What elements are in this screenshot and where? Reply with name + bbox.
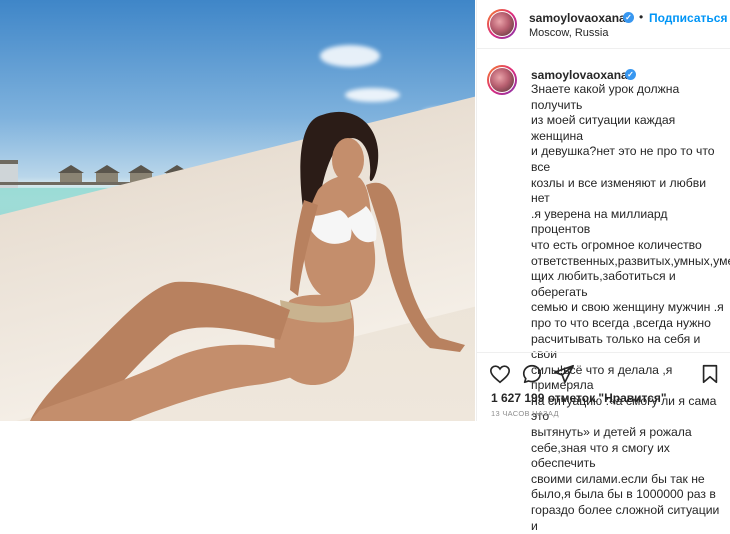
separator-dot: • [639,10,644,24]
post-side-panel: samoylovaoxana ✓ • Подписаться Moscow, R… [476,0,730,533]
follow-button[interactable]: Подписаться [649,11,727,25]
post-actions: 1 627 199 отметок "Нравится" 13 ЧАСОВ НА… [477,352,730,423]
comment-icon[interactable] [521,363,543,385]
post-caption: Знаете какой урок должна получить из мое… [531,82,730,533]
instagram-post: samoylovaoxana ✓ • Подписаться Moscow, R… [0,0,730,533]
location-link[interactable]: Moscow, Russia [529,27,608,39]
post-header: samoylovaoxana ✓ • Подписаться Moscow, R… [477,0,730,49]
avatar[interactable] [487,9,517,39]
likes-count[interactable]: 1 627 199 отметок "Нравится" [491,391,667,405]
comment-avatar[interactable] [487,65,517,95]
header-username[interactable]: samoylovaoxana [529,11,626,25]
woman-on-beach [30,111,465,421]
post-timestamp[interactable]: 13 ЧАСОВ НАЗАД [491,409,559,418]
heart-icon[interactable] [489,363,511,385]
verified-badge-icon: ✓ [623,12,634,23]
verified-badge-icon: ✓ [625,69,636,80]
caption-username[interactable]: samoylovaoxana [531,68,628,82]
share-icon[interactable] [553,363,575,385]
post-photo[interactable] [0,0,475,421]
bookmark-icon[interactable] [699,363,721,385]
